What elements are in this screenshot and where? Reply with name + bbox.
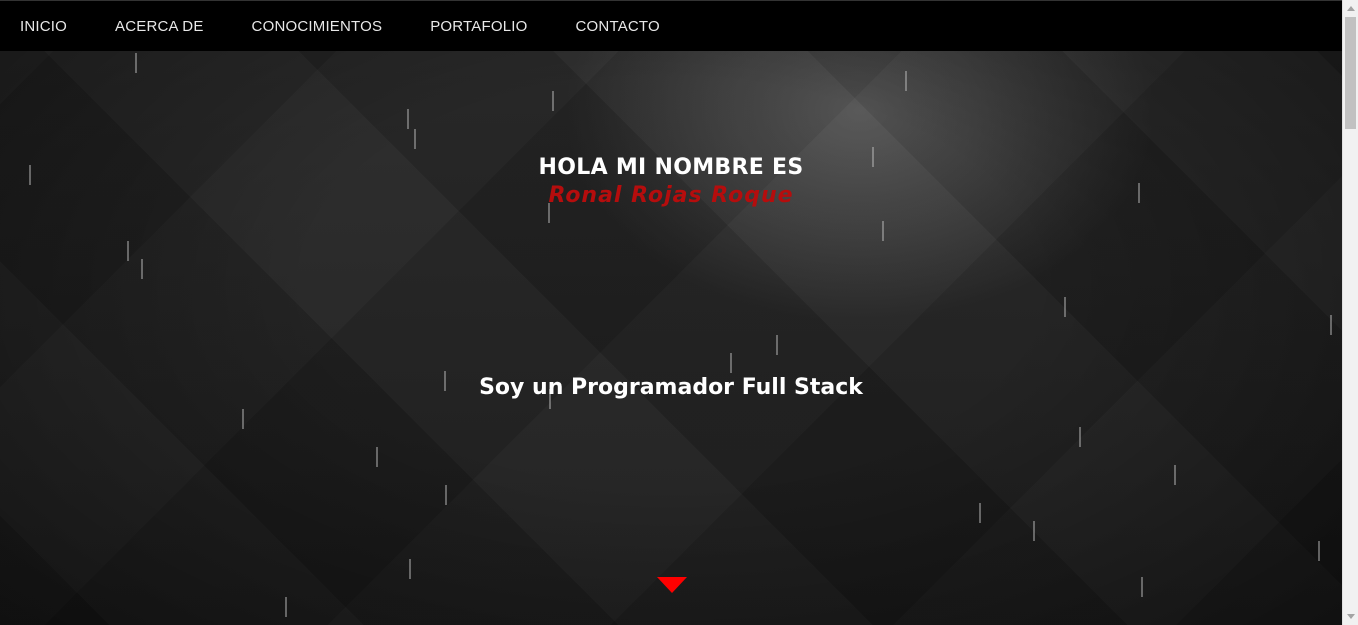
scrollbar-thumb[interactable] bbox=[1345, 17, 1356, 129]
raindrop bbox=[242, 409, 244, 429]
nav-link-contacto[interactable]: CONTACTO bbox=[576, 18, 660, 35]
hero-section: HOLA MI NOMBRE ES Ronal Rojas Roque Soy … bbox=[0, 51, 1342, 625]
raindrop bbox=[409, 559, 411, 579]
raindrop bbox=[1318, 541, 1320, 561]
nav-link-inicio[interactable]: INICIO bbox=[20, 18, 67, 35]
nav-link-portafolio[interactable]: PORTAFOLIO bbox=[430, 18, 527, 35]
scroll-down-arrow-icon[interactable] bbox=[1347, 614, 1355, 619]
nav-link-acerca-de[interactable]: ACERCA DE bbox=[115, 18, 204, 35]
raindrop bbox=[1330, 315, 1332, 335]
page: INICIO ACERCA DE CONOCIMIENTOS PORTAFOLI… bbox=[0, 0, 1358, 625]
raindrop bbox=[1064, 297, 1066, 317]
owner-name: Ronal Rojas Roque bbox=[548, 183, 794, 208]
raindrop bbox=[127, 241, 129, 261]
raindrop bbox=[730, 353, 732, 373]
raindrop bbox=[407, 109, 409, 129]
raindrop bbox=[135, 53, 137, 73]
raindrop bbox=[445, 485, 447, 505]
triangle-down-icon[interactable] bbox=[657, 577, 687, 593]
raindrop bbox=[1141, 577, 1143, 597]
raindrop bbox=[905, 71, 907, 91]
raindrop bbox=[776, 335, 778, 355]
raindrop bbox=[1079, 427, 1081, 447]
raindrop bbox=[1033, 521, 1035, 541]
raindrop bbox=[376, 447, 378, 467]
scroll-up-arrow-icon[interactable] bbox=[1347, 6, 1355, 11]
role-heading: Soy un Programador Full Stack bbox=[479, 375, 863, 400]
raindrop bbox=[414, 129, 416, 149]
top-navbar: INICIO ACERCA DE CONOCIMIENTOS PORTAFOLI… bbox=[0, 0, 1342, 51]
raindrop bbox=[552, 91, 554, 111]
vertical-scrollbar[interactable] bbox=[1342, 0, 1358, 625]
rain-effect bbox=[0, 51, 1342, 625]
raindrop bbox=[141, 259, 143, 279]
raindrop bbox=[285, 597, 287, 617]
raindrop bbox=[1174, 465, 1176, 485]
raindrop bbox=[882, 221, 884, 241]
greeting-heading: HOLA MI NOMBRE ES bbox=[538, 155, 804, 180]
nav-link-conocimientos[interactable]: CONOCIMIENTOS bbox=[252, 18, 383, 35]
raindrop bbox=[979, 503, 981, 523]
